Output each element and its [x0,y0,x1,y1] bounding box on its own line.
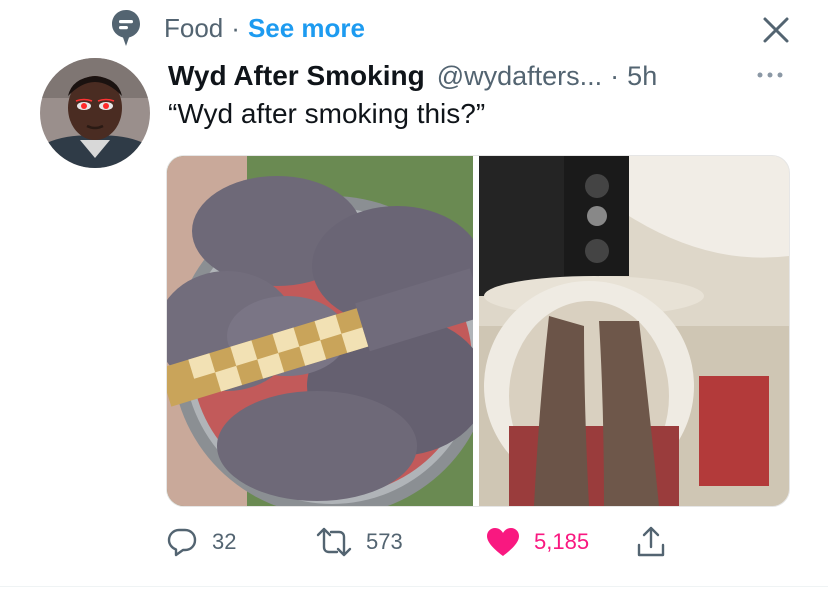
tweet-header: Wyd After Smoking @wydafters... · 5h [168,56,788,96]
close-button[interactable] [756,10,796,50]
heart-icon [487,528,519,556]
share-icon [637,526,665,557]
more-options-button[interactable] [750,60,790,90]
photo-right[interactable] [479,156,789,506]
topic-icon [110,8,142,48]
like-button[interactable]: 5,185 [486,520,589,564]
retweet-count: 573 [366,529,403,554]
photo-left[interactable] [167,156,473,506]
like-count: 5,185 [534,529,590,554]
retweet-button[interactable]: 573 [316,520,403,564]
reply-count: 32 [212,529,237,554]
retweet-icon [316,527,352,557]
topic-separator: · [231,12,240,43]
reply-button[interactable]: 32 [166,520,236,564]
share-button[interactable] [636,520,666,564]
reply-icon [167,528,197,557]
topic-label[interactable]: Food [164,13,223,44]
more-icon [757,72,783,78]
user-handle[interactable]: @wydafters... [437,61,602,92]
display-name[interactable]: Wyd After Smoking [168,60,425,92]
tweet-text: “Wyd after smoking this?” [168,98,486,129]
header-separator: · [610,60,620,91]
see-more-link[interactable]: See more [248,13,365,44]
tweet-actions: 32 573 5,185 [166,520,788,564]
tweet-media [166,155,790,507]
close-icon [763,17,789,43]
topic-row: Food · See more [110,8,365,48]
divider [0,586,828,587]
timestamp[interactable]: 5h [627,61,657,92]
avatar[interactable] [40,58,150,168]
